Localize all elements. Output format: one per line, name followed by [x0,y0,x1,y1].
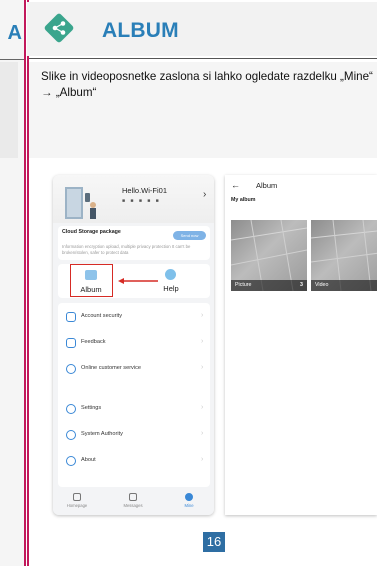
settings-menu: Account security › Feedback › Online cus… [58,303,210,487]
menu-item-about[interactable]: About › [58,449,210,475]
divider-line [24,0,26,566]
cloud-storage-subtitle: Information encryption upload, multiple … [62,244,191,255]
tab-mine[interactable]: Mine [171,493,207,508]
menu-item-label: Feedback [81,339,106,345]
back-arrow-icon[interactable]: ← [231,180,240,190]
message-icon [129,493,137,501]
thumbnail-caption: Video 2 [311,280,377,291]
user-icon [185,493,193,501]
tab-label: Messages [123,503,143,508]
menu-item-customer-service[interactable]: Online customer service › [58,357,210,383]
chevron-right-icon: › [201,338,204,345]
tab-messages[interactable]: Messages [115,493,151,508]
chevron-right-icon[interactable]: › [203,189,206,200]
help-icon[interactable] [165,269,176,280]
menu-item-label: About [81,457,96,463]
phone-album-screen: ← Album My album Picture 3 Video 2 [225,175,377,515]
previous-shade [0,62,18,158]
previous-section-title: A [7,22,22,44]
info-icon [66,456,76,466]
cloud-send-button[interactable]: Send now [173,231,206,240]
album-item-name: Video [315,282,329,288]
masked-account: ■ ■ ■ ■ ■ [122,198,161,204]
phone-mine-screen: Hello.Wi-Fi01 ■ ■ ■ ■ ■ › Cloud Storage … [53,175,214,515]
headset-icon [66,364,76,374]
album-icon [85,270,97,280]
share-icon [44,13,74,43]
album-label: Album [80,285,102,294]
help-label[interactable]: Help [154,284,188,293]
chevron-right-icon: › [201,430,204,437]
menu-item-label: System Authority [81,431,123,437]
chevron-right-icon: › [201,312,204,319]
album-tile[interactable]: Album [70,264,113,297]
menu-item-account-security[interactable]: Account security › [58,305,210,331]
menu-item-system-authority[interactable]: System Authority › [58,423,210,449]
header-rule [29,58,377,59]
chevron-right-icon: › [201,456,204,463]
gear-icon [66,404,76,414]
cloud-storage-title: Cloud Storage package [62,229,121,235]
album-item-count: 3 [300,282,303,288]
menu-item-label: Settings [81,405,102,411]
album-item-picture[interactable]: Picture 3 [231,220,307,291]
shield-icon [66,312,76,322]
chevron-right-icon: › [201,404,204,411]
section-header [27,2,377,56]
album-page-title: Album [256,181,278,190]
page-number: 16 [203,532,225,552]
chevron-right-icon: › [201,364,204,371]
menu-item-feedback[interactable]: Feedback › [58,331,210,357]
previous-page-edge: A [0,0,24,566]
bottom-tab-bar: Homepage Messages Mine [53,490,214,515]
my-album-heading: My album [231,197,256,203]
tab-label: Homepage [66,503,88,508]
tab-label: Mine [184,503,194,508]
album-item-video[interactable]: Video 2 [311,220,377,291]
menu-item-settings[interactable]: Settings › [58,397,210,423]
doorbell-illustration-icon [65,187,96,219]
album-item-name: Picture [235,282,252,288]
greeting-text: Hello.Wi-Fi01 [122,186,168,195]
edit-icon [66,338,76,348]
home-icon [73,493,81,501]
quick-tiles: Album Help [58,264,210,298]
cloud-storage-card[interactable]: Cloud Storage package Send now Informati… [58,226,210,260]
menu-item-label: Account security [81,313,123,319]
menu-item-label: Online customer service [81,365,141,371]
description-text: Slike in videoposnetke zaslona si lahko … [41,70,373,99]
authority-icon [66,430,76,440]
previous-rule [0,59,24,60]
thumbnail-caption: Picture 3 [231,280,307,291]
arrow-left-icon [118,278,158,284]
section-title: ALBUM [102,19,179,42]
tab-homepage[interactable]: Homepage [59,493,95,508]
